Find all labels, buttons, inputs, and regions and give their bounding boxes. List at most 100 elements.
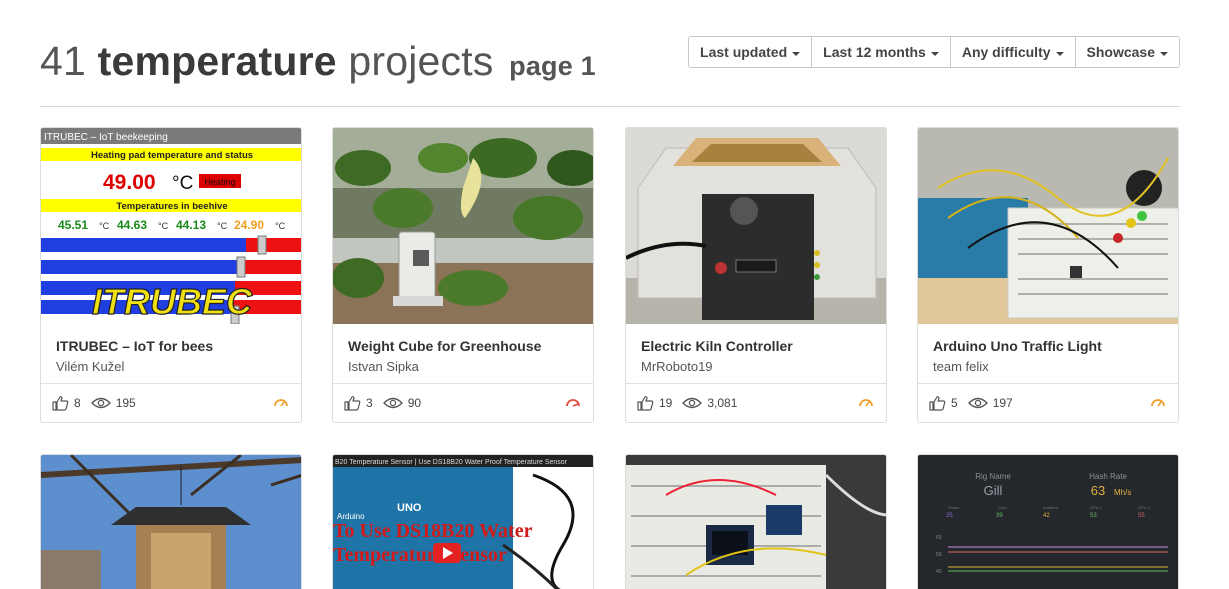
oled-breadboard-photo [626,455,886,589]
likes-count: 8 [74,396,81,410]
difficulty-dropdown[interactable]: Any difficulty [950,37,1076,67]
rig-name-value: Gill [984,483,1003,498]
views-stat: 3,081 [682,396,737,410]
caret-down-icon [930,51,939,56]
metric-value-1: 25 [946,513,953,519]
title-suffix: projects [348,38,494,84]
page-title: 41 temperature projects page 1 [40,38,596,85]
metric-label-3: Ambient [1043,505,1059,510]
views-stat: 90 [382,396,422,410]
hive-unit-2: °C [158,221,169,231]
metric-label-4: GPU 1 [1090,505,1103,510]
hive-temp-3: 44.13 [176,218,206,232]
metric-value-5: 55 [1138,513,1145,519]
eye-icon [682,397,703,409]
project-thumbnail[interactable] [918,128,1178,324]
project-thumbnail[interactable] [626,128,886,324]
project-thumbnail[interactable] [626,455,886,589]
video-banner-text: B20 Temperature Sensor | Use DS18B20 Wat… [335,459,568,466]
ds18b20-video-thumbnail: B20 Temperature Sensor | Use DS18B20 Wat… [333,455,593,589]
project-info: ITRUBEC – IoT for bees Vilém Kužel [41,324,301,384]
project-author-link[interactable]: Vilém Kužel [56,359,286,374]
project-info: Arduino Uno Traffic Light team felix [918,324,1178,384]
time-range-dropdown[interactable]: Last 12 months [812,37,951,67]
metric-label-1: Power [948,505,960,510]
chart-axis-50: 50 [936,552,942,558]
project-topic: temperature [97,38,337,84]
kiln-photo [626,128,886,324]
views-count: 3,081 [707,396,738,410]
hive-title: Temperatures in beehive [116,201,227,212]
project-card[interactable]: Weight Cube for Greenhouse Istvan Sipka … [332,127,594,423]
difficulty-dropdown-label: Any difficulty [961,44,1051,60]
respect-button[interactable]: 19 [637,395,672,411]
project-card[interactable]: ITRUBEC – IoT beekeeping Heating pad tem… [40,127,302,423]
greenhouse-photo [333,128,593,324]
difficulty-gauge-icon [1151,399,1165,407]
filter-bar: Last updated Last 12 months Any difficul… [688,36,1180,68]
project-title-link[interactable]: Arduino Uno Traffic Light [933,338,1163,354]
respect-button[interactable]: 8 [52,395,81,411]
sort-dropdown[interactable]: Last updated [689,37,813,67]
project-card[interactable] [625,454,887,589]
caret-down-icon [792,51,801,56]
header-divider [40,106,1180,107]
difficulty-gauge-icon [274,399,288,407]
thumbs-up-icon [344,396,361,411]
project-title-link[interactable]: Electric Kiln Controller [641,338,871,354]
respect-button[interactable]: 3 [344,395,373,411]
project-thumbnail[interactable] [333,128,593,324]
thumb-header-text: ITRUBEC – IoT beekeeping [44,132,168,143]
project-card[interactable]: Arduino Uno Traffic Light team felix 5 1… [917,127,1179,423]
project-title-link[interactable]: Weight Cube for Greenhouse [348,338,578,354]
metric-label-5: GPU 2 [1138,505,1151,510]
project-author-link[interactable]: team felix [933,359,1163,374]
hive-temp-4: 24.90 [234,218,264,232]
rig-name-label: Rig Name [975,472,1011,481]
likes-count: 19 [659,396,673,410]
bird-feeder-photo [41,455,301,589]
hive-unit-1: °C [99,221,110,231]
project-card[interactable]: Electric Kiln Controller MrRoboto19 19 3… [625,127,887,423]
project-thumbnail[interactable]: ITRUBEC – IoT beekeeping Heating pad tem… [41,128,301,324]
metric-value-2: 39 [996,513,1003,519]
project-stats: 8 195 [41,384,301,422]
project-card[interactable]: Rig Name Gill Hash Rate 63 Mh/s Power Co… [917,454,1179,589]
itrubec-dashboard-image: ITRUBEC – IoT beekeeping Heating pad tem… [41,128,301,324]
project-thumbnail[interactable] [41,455,301,589]
type-dropdown[interactable]: Showcase [1075,37,1179,67]
project-stats: 5 197 [918,384,1178,422]
time-range-dropdown-label: Last 12 months [823,44,926,60]
type-dropdown-label: Showcase [1086,44,1155,60]
board-brand-text: UNO [397,502,422,514]
hive-unit-3: °C [217,221,228,231]
page-header: 41 temperature projects page 1 Last upda… [40,36,1180,96]
project-title-link[interactable]: ITRUBEC – IoT for bees [56,338,286,354]
chart-axis-60: 60 [936,535,942,541]
heating-value: 49.00 [103,171,156,194]
heating-title: Heating pad temperature and status [91,150,253,161]
project-author-link[interactable]: Istvan Sipka [348,359,578,374]
project-thumbnail[interactable]: Rig Name Gill Hash Rate 63 Mh/s Power Co… [918,455,1178,589]
project-thumbnail[interactable]: B20 Temperature Sensor | Use DS18B20 Wat… [333,455,593,589]
project-card[interactable]: B20 Temperature Sensor | Use DS18B20 Wat… [332,454,594,589]
hive-temp-1: 45.51 [58,218,88,232]
project-author-link[interactable]: MrRoboto19 [641,359,871,374]
itrubec-logo-text: ITRUBEC [92,281,253,322]
thumbs-up-icon [52,396,69,411]
eye-icon [382,397,403,409]
heating-unit: °C [172,173,193,194]
project-stats: 19 3,081 [626,384,886,422]
hive-temp-2: 44.63 [117,218,147,232]
respect-button[interactable]: 5 [929,395,958,411]
project-card[interactable] [40,454,302,589]
views-count: 90 [407,396,422,410]
chart-axis-40: 40 [936,569,942,575]
caret-down-icon [1055,51,1064,56]
metric-value-4: 53 [1090,513,1097,519]
hash-rate-value: 63 [1091,483,1105,498]
breadboard-photo [918,128,1178,324]
likes-count: 5 [951,396,958,410]
metric-value-3: 42 [1043,513,1050,519]
heating-status: Heating [204,177,235,187]
